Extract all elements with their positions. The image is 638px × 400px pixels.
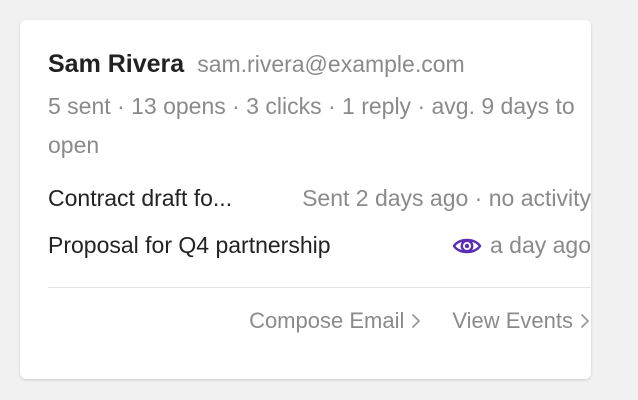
chevron-right-icon [579, 313, 591, 329]
email-status: Sent 2 days ago · no activity [302, 185, 591, 212]
contact-email: sam.rivera@example.com [197, 51, 465, 77]
email-row[interactable]: Contract draft fo... Sent 2 days ago · n… [48, 175, 591, 222]
chevron-right-icon [410, 313, 422, 329]
email-status-text: a day ago [489, 232, 591, 258]
compose-email-button[interactable]: Compose Email [249, 308, 422, 334]
email-row[interactable]: Proposal for Q4 partnership a day ago [48, 222, 591, 269]
contact-header: Sam Rivera sam.rivera@example.com [48, 50, 591, 79]
view-events-label: View Events [452, 308, 573, 333]
email-list: Contract draft fo... Sent 2 days ago · n… [48, 175, 591, 269]
email-status: a day ago [452, 232, 591, 259]
email-subject: Proposal for Q4 partnership [48, 232, 331, 258]
contact-name: Sam Rivera [48, 50, 185, 78]
card-footer: Compose Email View Events [48, 308, 591, 334]
view-events-button[interactable]: View Events [452, 308, 591, 334]
email-subject: Contract draft fo... [48, 185, 233, 211]
eye-icon [452, 235, 482, 257]
email-status-text: Sent 2 days ago · no activity [302, 185, 591, 211]
contact-card: Sam Rivera sam.rivera@example.com 5 sent… [20, 20, 591, 379]
divider [48, 287, 591, 288]
compose-email-label: Compose Email [249, 308, 405, 333]
contact-stats: 5 sent · 13 opens · 3 clicks · 1 reply ·… [48, 93, 575, 158]
